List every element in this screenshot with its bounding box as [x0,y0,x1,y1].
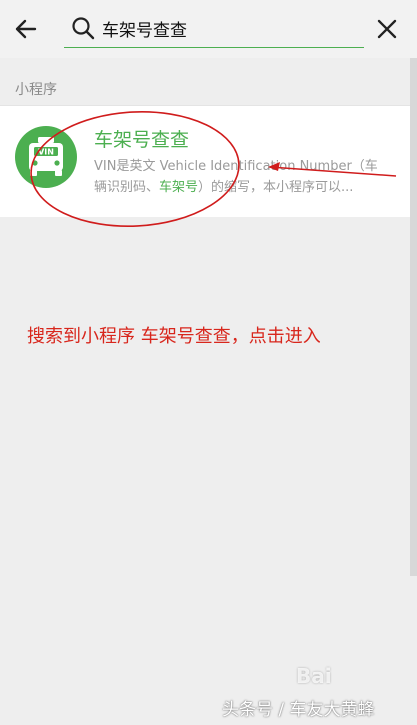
vin-icon-label: VIN [38,148,54,157]
description-text: 辆识别码、 [94,180,160,195]
annotation-text: 搜索到小程序 车架号查查，点击进入 [27,326,321,347]
description-highlight: 车架号 [159,180,199,195]
mini-program-description: VIN是英文 Vehicle Identification Number（车 辆… [94,156,398,198]
back-button[interactable] [10,13,42,45]
arrow-left-icon [15,19,37,39]
description-text-end: ）的缩写，本小程序可以... [198,180,354,195]
clear-search-button[interactable] [375,17,399,41]
search-input[interactable] [102,14,352,42]
result-item-mini-program[interactable]: VIN 车架号查查 VIN是英文 Vehicle Identification … [0,105,410,217]
search-icon [72,17,95,40]
description-line-2: 辆识别码、车架号）的缩写，本小程序可以... [94,177,398,198]
section-label-mini-programs: 小程序 [15,82,57,98]
search-box[interactable] [64,8,364,48]
vin-car-icon: VIN [15,126,77,188]
close-icon [377,19,397,39]
source-watermark: 头条号 / 车友大黄蜂 [222,700,375,720]
baidu-watermark: Bai [296,664,332,688]
mini-program-title[interactable]: 车架号查查 [94,125,189,152]
description-line-1: VIN是英文 Vehicle Identification Number（车 [94,159,378,174]
search-header [0,0,417,58]
scrollbar[interactable] [410,58,417,576]
